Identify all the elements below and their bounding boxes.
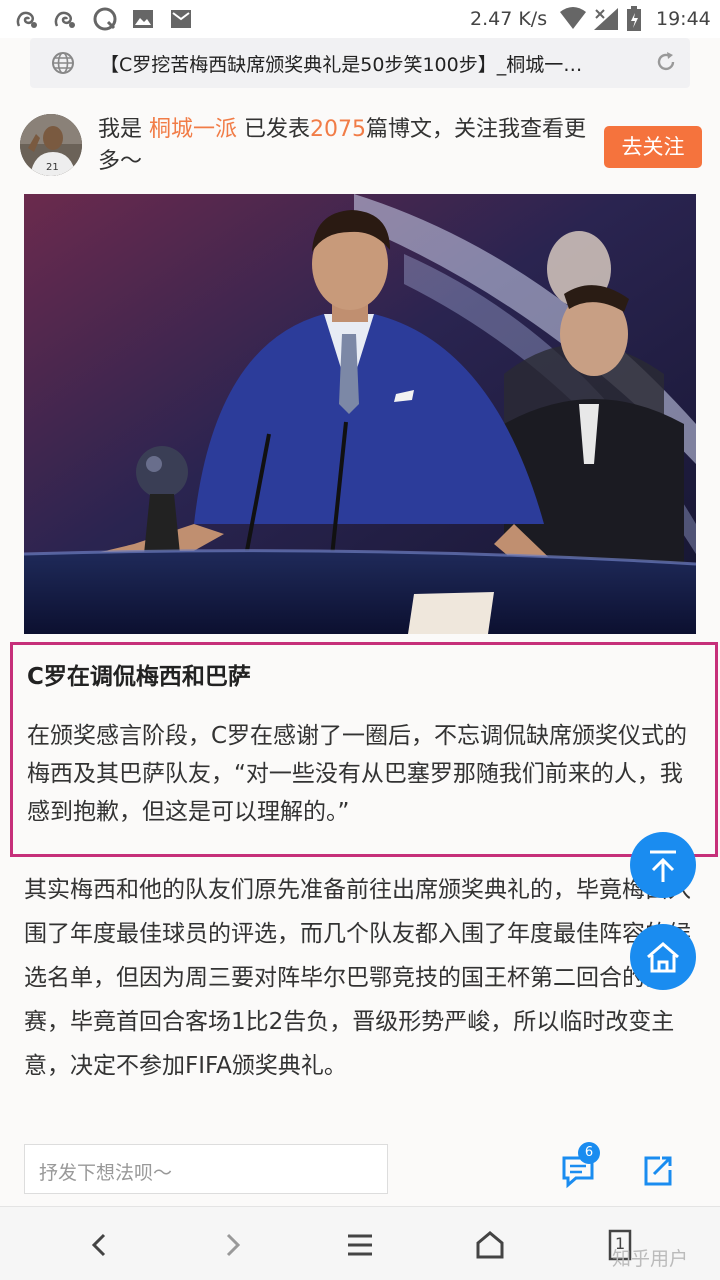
svg-text:21: 21 [46,162,59,173]
battery-icon [627,6,641,31]
author-intro: 我是 桐城一派 已发表2075篇博文，关注我查看更多～ [98,114,588,178]
page-title[interactable]: 【C罗挖苦梅西缺席颁奖典礼是50步笑100步】_桐城一… [100,50,645,77]
quote-paragraph: 在颁奖感言阶段，C罗在感谢了一圈后，不忘调侃缺席颁奖仪式的梅西及其巴萨队友，“对… [27,723,688,825]
wifi-icon [560,7,586,29]
share-icon[interactable] [638,1150,678,1190]
comment-placeholder: 抒发下想法呗～ [39,1162,173,1184]
uc-icon [54,11,75,28]
follow-button[interactable]: 去关注 [604,126,702,168]
author-middle: 已发表 [244,117,311,142]
post-count: 2075 [310,117,367,142]
menu-icon[interactable] [340,1225,380,1265]
article-photo [24,194,696,634]
home-icon [647,942,679,973]
status-bar: 2.47 K/s 19:44 [0,0,720,38]
comment-input[interactable]: 抒发下想法呗～ [24,1144,388,1194]
url-bar[interactable]: 【C罗挖苦梅西缺席颁奖典礼是50步笑100步】_桐城一… [30,38,690,88]
clock: 19:44 [656,8,711,30]
avatar[interactable]: 21 [20,114,82,176]
home-button[interactable] [630,924,696,990]
highlighted-section: C罗在调侃梅西和巴萨 在颁奖感言阶段，C罗在感谢了一圈后，不忘调侃缺席颁奖仪式的… [10,642,718,857]
scroll-top-icon [650,850,676,882]
author-prefix: 我是 [98,117,143,142]
mail-icon [171,10,191,28]
section-subtitle: C罗在调侃梅西和巴萨 [27,664,251,690]
reload-icon[interactable] [654,50,678,74]
comment-count-badge: 6 [578,1142,600,1164]
watermark: 知乎用户 [612,1248,689,1270]
author-name[interactable]: 桐城一派 [149,117,237,142]
signal-icon [594,8,618,30]
forward-icon[interactable] [212,1225,252,1265]
uc-icon [16,11,37,28]
article-paragraph: 其实梅西和他的队友们原先准备前往出席颁奖典礼的，毕竟梅西入围了年度最佳球员的评选… [24,877,691,1079]
scroll-top-button[interactable] [630,832,696,898]
q-icon [93,7,117,31]
back-icon[interactable] [80,1225,120,1265]
globe-icon [52,52,74,74]
image-icon [133,10,153,28]
network-speed: 2.47 K/s [470,8,548,30]
home-nav-icon[interactable] [470,1225,510,1265]
